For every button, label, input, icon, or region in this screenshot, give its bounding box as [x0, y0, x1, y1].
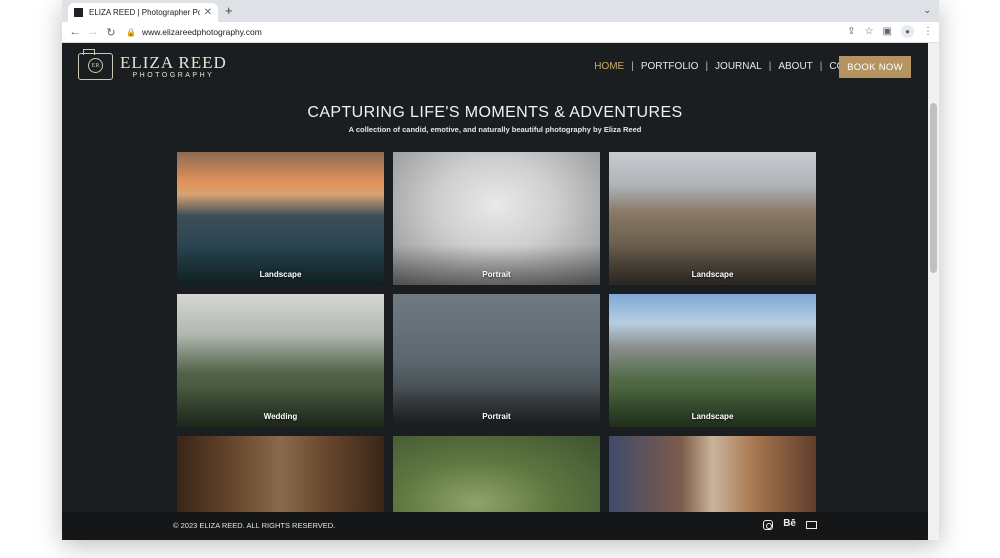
gallery-tile-portrait[interactable]: Portrait: [393, 294, 600, 427]
logo-name: ELIZA REED: [120, 52, 227, 72]
hero-title: CAPTURING LIFE'S MOMENTS & ADVENTURES: [307, 104, 683, 121]
camera-logo-icon: ER: [78, 49, 113, 80]
instagram-icon[interactable]: [763, 520, 774, 530]
nav-journal[interactable]: JOURNAL: [708, 61, 769, 72]
social-links: Bē: [763, 518, 817, 530]
sidebar-icon[interactable]: ▣: [883, 26, 892, 37]
nav-about[interactable]: ABOUT: [771, 61, 819, 72]
tile-label: Portrait: [482, 412, 511, 421]
gallery-tile-portrait[interactable]: Portrait: [393, 152, 600, 285]
forward-icon[interactable]: →: [84, 26, 102, 38]
lock-icon: 🔒: [126, 27, 136, 37]
url-text: www.elizareedphotography.com: [141, 27, 262, 37]
profile-icon[interactable]: ●: [901, 25, 914, 38]
browser-toolbar: ← → ↻ 🔒 www.elizareedphotography.com ⇪ ☆…: [62, 22, 939, 43]
browser-window: ELIZA REED | Photographer Portfolio ✕ + …: [62, 0, 939, 540]
tile-label: Landscape: [259, 270, 302, 279]
reload-icon[interactable]: ↻: [102, 26, 120, 39]
chevron-down-icon[interactable]: ⌄: [923, 5, 931, 16]
behance-icon[interactable]: Bē: [783, 518, 796, 530]
logo-monogram: ER: [88, 58, 103, 73]
scrollbar-thumb[interactable]: [930, 103, 937, 273]
mail-icon[interactable]: [806, 521, 817, 529]
gallery-tile-landscape[interactable]: Landscape: [177, 152, 384, 285]
logo-subtitle: PHOTOGRAPHY: [132, 71, 215, 79]
website: ER ELIZA REED PHOTOGRAPHY HOME | PORTFOL…: [62, 43, 928, 540]
book-now-button[interactable]: BOOK NOW: [839, 56, 911, 78]
tile-label: Portrait: [482, 270, 511, 279]
close-icon[interactable]: ✕: [204, 7, 212, 18]
page-scrollbar[interactable]: [928, 43, 939, 540]
tile-label: Wedding: [263, 412, 298, 421]
back-icon[interactable]: ←: [66, 26, 84, 38]
toolbar-actions: ⇪ ☆ ▣ ● ⋮: [847, 25, 933, 38]
nav-home[interactable]: HOME: [587, 61, 631, 72]
nav-portfolio[interactable]: PORTFOLIO: [634, 61, 706, 72]
favicon-icon: [74, 8, 83, 17]
share-icon[interactable]: ⇪: [847, 26, 855, 37]
site-footer: © 2023 ELIZA REED. ALL RIGHTS RESERVED. …: [62, 512, 928, 540]
address-bar[interactable]: 🔒 www.elizareedphotography.com: [126, 27, 262, 37]
tab-strip: ELIZA REED | Photographer Portfolio ✕ + …: [62, 0, 939, 22]
gallery-tile-landscape[interactable]: Landscape: [609, 294, 816, 427]
tab-title: ELIZA REED | Photographer Portfolio: [89, 8, 200, 17]
tile-label: Landscape: [691, 270, 734, 279]
gallery-tile-wedding[interactable]: Wedding: [177, 294, 384, 427]
star-icon[interactable]: ☆: [865, 26, 874, 37]
menu-icon[interactable]: ⋮: [923, 26, 933, 37]
site-logo[interactable]: ER ELIZA REED PHOTOGRAPHY: [78, 49, 227, 80]
hero-subtitle: A collection of candid, emotive, and nat…: [348, 125, 642, 134]
browser-tab[interactable]: ELIZA REED | Photographer Portfolio ✕: [68, 3, 218, 22]
new-tab-button[interactable]: +: [225, 4, 233, 18]
gallery-tile-landscape[interactable]: Landscape: [609, 152, 816, 285]
tile-label: Landscape: [691, 412, 734, 421]
footer-copyright: © 2023 ELIZA REED. ALL RIGHTS RESERVED.: [173, 521, 336, 530]
